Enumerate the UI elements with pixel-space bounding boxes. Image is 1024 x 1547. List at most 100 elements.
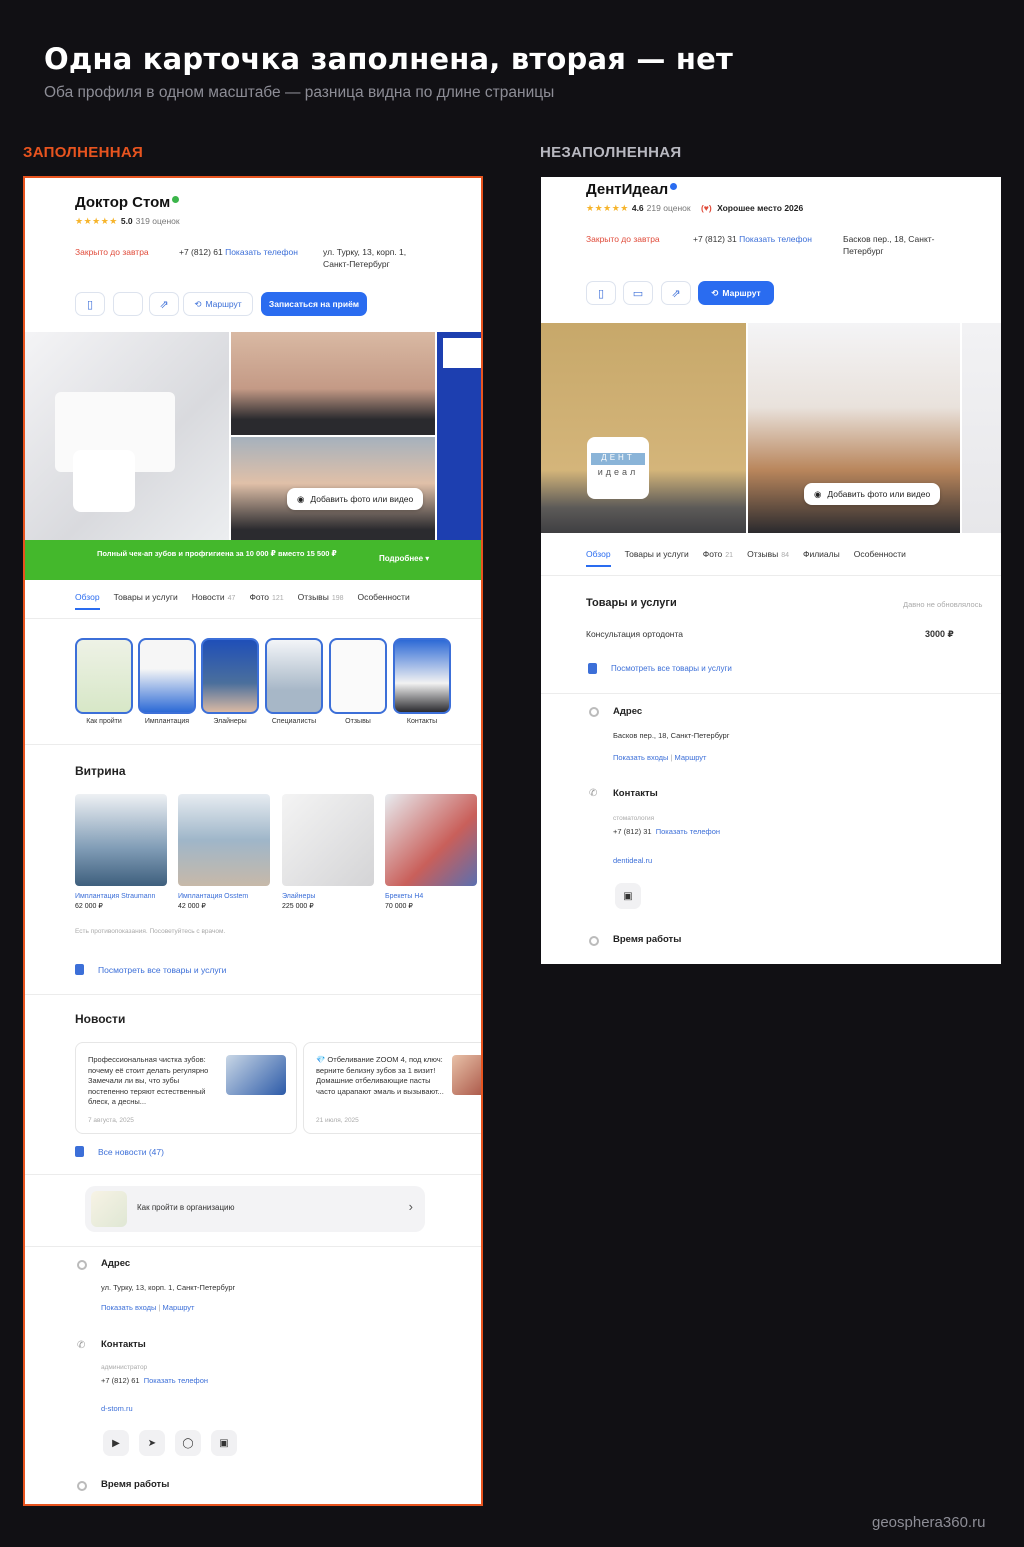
vitrina-item-image[interactable] bbox=[385, 794, 477, 886]
bookmark-button[interactable]: ▯ bbox=[75, 292, 105, 316]
tab-goods[interactable]: Товары и услуги bbox=[114, 592, 178, 610]
news-image bbox=[226, 1055, 286, 1095]
telegram-icon[interactable]: ➤ bbox=[139, 1430, 165, 1456]
tab-photo[interactable]: Фото 121 bbox=[249, 592, 283, 610]
all-goods-link[interactable]: Посмотреть все товары и услуги bbox=[588, 663, 732, 674]
divider bbox=[25, 1246, 481, 1247]
tab-branches[interactable]: Филиалы bbox=[803, 549, 840, 567]
story-reviews[interactable] bbox=[329, 638, 387, 714]
status-text[interactable]: Закрыто до завтра bbox=[75, 246, 149, 258]
vitrina-item-image[interactable] bbox=[178, 794, 270, 886]
phone-button[interactable]: ▭ bbox=[623, 281, 653, 305]
story-implants[interactable] bbox=[138, 638, 196, 714]
story-label: Имплантация bbox=[144, 718, 190, 725]
promo-photo[interactable] bbox=[437, 332, 481, 540]
status-text[interactable]: Закрыто до завтра bbox=[586, 233, 660, 245]
route-link[interactable]: Маршрут bbox=[163, 1303, 195, 1312]
add-photo-button[interactable]: ◉ Добавить фото или видео bbox=[287, 488, 424, 510]
add-photo-button[interactable]: ◉ Добавить фото или видео bbox=[804, 483, 941, 505]
story-label: Отзывы bbox=[345, 718, 371, 725]
unfilled-profile-card: ДентИдеал ★★★★★ 4.6 219 оценок (♥) Хорошее… bbox=[541, 177, 1001, 964]
address-title: Адрес bbox=[101, 1258, 131, 1269]
bookmark-button[interactable]: ▯ bbox=[586, 281, 616, 305]
tab-features[interactable]: Особенности bbox=[854, 549, 906, 567]
bookmark-icon: ▯ bbox=[597, 287, 605, 300]
label-filled: ЗАПОЛНЕННАЯ bbox=[23, 144, 144, 161]
rating[interactable]: ★★★★★ 5.0 319 оценок bbox=[75, 216, 180, 227]
tab-features[interactable]: Особенности bbox=[358, 592, 410, 610]
map-thumbnail bbox=[91, 1191, 127, 1227]
clinic-interior-photo[interactable] bbox=[25, 332, 229, 540]
tab-goods[interactable]: Товары и услуги bbox=[625, 549, 689, 567]
tab-news[interactable]: Новости 47 bbox=[192, 592, 236, 610]
all-news-link[interactable]: Все новости (47) bbox=[75, 1146, 164, 1157]
tab-reviews[interactable]: Отзывы 84 bbox=[747, 549, 789, 567]
bookmark-icon: ▯ bbox=[86, 298, 94, 311]
show-phone-link[interactable]: Показать телефон bbox=[739, 234, 812, 244]
news-card[interactable]: Профессиональная чистка зубов: почему её… bbox=[75, 1042, 297, 1134]
filled-profile-card: Доктор Стом ★★★★★ 5.0 319 оценок Закрыто д… bbox=[23, 176, 483, 1506]
share-button[interactable]: ⇗ bbox=[661, 281, 691, 305]
story-specialists[interactable] bbox=[265, 638, 323, 714]
header-address: ул. Турку, 13, корп. 1, Санкт-Петербург bbox=[323, 247, 407, 269]
howto-button[interactable]: Как пройти в организацию › bbox=[85, 1186, 425, 1232]
site-link[interactable]: d-stom.ru bbox=[101, 1403, 133, 1415]
clinic-logo: ДЕНТ идеал bbox=[587, 437, 649, 499]
tab-photo[interactable]: Фото 21 bbox=[703, 549, 733, 567]
all-goods-link[interactable]: Посмотреть все товары и услуги bbox=[75, 964, 226, 975]
building-photo[interactable]: ДЕНТ идеал bbox=[541, 323, 746, 533]
goods-item[interactable]: Консультация ортодонта bbox=[586, 628, 683, 640]
share-icon: ⇗ bbox=[159, 298, 169, 311]
book-appointment-button[interactable]: Записаться на приём bbox=[261, 292, 367, 316]
show-entrances-link[interactable]: Показать входы bbox=[101, 1303, 156, 1312]
tab-overview[interactable]: Обзор bbox=[586, 549, 611, 567]
chevron-right-icon: › bbox=[408, 1199, 413, 1214]
promo-more-link[interactable]: Подробнее ▾ bbox=[379, 554, 429, 563]
blank-button[interactable] bbox=[113, 292, 143, 316]
divider bbox=[541, 693, 1001, 694]
story-contacts[interactable] bbox=[393, 638, 451, 714]
award-icon: (♥) bbox=[700, 203, 712, 213]
tabs: Обзор Товары и услуги Фото 21 Отзывы 84 Фи… bbox=[586, 549, 906, 567]
show-entrances-link[interactable]: Показать входы bbox=[613, 753, 668, 762]
extra-photo[interactable] bbox=[962, 323, 1001, 533]
rating[interactable]: ★★★★★ 4.6 219 оценок (♥) Хорошее место 202… bbox=[586, 203, 803, 214]
page-subtitle: Оба профиля в одном масштабе — разница в… bbox=[44, 84, 555, 101]
chat-icon[interactable]: ◯ bbox=[175, 1430, 201, 1456]
watermark: geosphera360.ru bbox=[872, 1514, 986, 1531]
vitrina-item[interactable]: Элайнеры 225 000 ₽ bbox=[282, 892, 376, 912]
promo-banner[interactable]: Полный чек-ап зубов и профгигиена за 10 … bbox=[25, 540, 481, 580]
divider bbox=[25, 1174, 481, 1175]
goods-icon bbox=[588, 663, 597, 674]
vitrina-item[interactable]: Брекеты H4 70 000 ₽ bbox=[385, 892, 479, 912]
route-link[interactable]: Маршрут bbox=[675, 753, 707, 762]
vk-icon[interactable]: ▣ bbox=[211, 1430, 237, 1456]
story-route[interactable] bbox=[75, 638, 133, 714]
news-title: Новости bbox=[75, 1012, 126, 1026]
patient-photo-1[interactable] bbox=[231, 332, 435, 435]
tab-overview[interactable]: Обзор bbox=[75, 592, 100, 610]
goods-icon bbox=[75, 964, 84, 975]
news-card[interactable]: 💎 Отбеливание ZOOM 4, под ключ: верните … bbox=[303, 1042, 481, 1134]
route-button[interactable]: ⟲ Маршрут bbox=[698, 281, 774, 305]
news-image bbox=[452, 1055, 481, 1095]
vitrina-item-image[interactable] bbox=[282, 794, 374, 886]
show-phone-link[interactable]: Показать телефон bbox=[656, 827, 720, 836]
vk-icon[interactable]: ▣ bbox=[615, 883, 641, 909]
show-phone-link[interactable]: Показать телефон bbox=[225, 247, 298, 257]
vitrina-item[interactable]: Имплантация Straumann 62 000 ₽ bbox=[75, 892, 169, 912]
label-unfilled: НЕЗАПОЛНЕННАЯ bbox=[540, 144, 682, 161]
contacts-title: Контакты bbox=[613, 788, 658, 799]
site-link[interactable]: dentideal.ru bbox=[613, 855, 652, 867]
verified-icon bbox=[172, 196, 180, 203]
tab-reviews[interactable]: Отзывы 198 bbox=[298, 592, 344, 610]
route-button[interactable]: ⟲ Маршрут bbox=[183, 292, 253, 316]
share-icon: ⇗ bbox=[671, 287, 681, 300]
story-label: Контакты bbox=[406, 718, 438, 725]
show-phone-link[interactable]: Показать телефон bbox=[144, 1376, 208, 1385]
vitrina-item-image[interactable] bbox=[75, 794, 167, 886]
youtube-icon[interactable]: ▶ bbox=[103, 1430, 129, 1456]
story-aligners[interactable] bbox=[201, 638, 259, 714]
share-button[interactable]: ⇗ bbox=[149, 292, 179, 316]
vitrina-item[interactable]: Имплантация Osstem 42 000 ₽ bbox=[178, 892, 272, 912]
